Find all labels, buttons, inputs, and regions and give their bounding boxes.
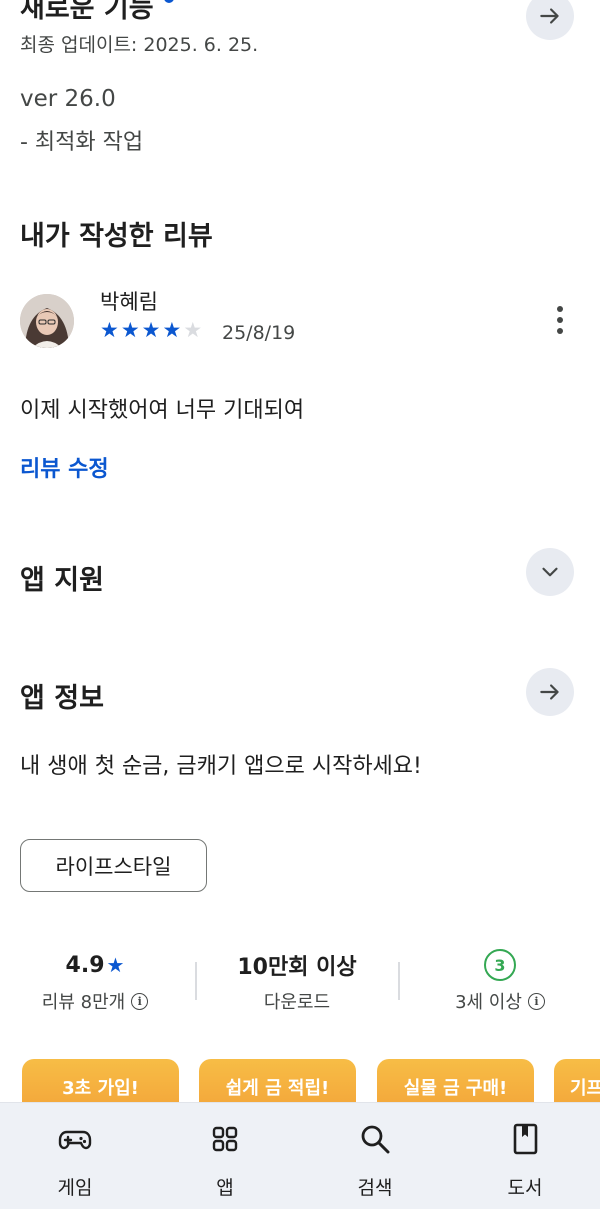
nav-apps-label: 앱	[216, 1177, 234, 1199]
star-filled-icon: ★	[141, 318, 161, 342]
arrow-right-icon	[540, 8, 559, 24]
info-icon: i	[527, 992, 545, 1010]
info-icon: i	[131, 992, 149, 1010]
avatar-photo	[20, 294, 74, 348]
downloads-stat: 10만회 이상 다운로드	[207, 948, 387, 1014]
category-chip[interactable]: 라이프스타일	[20, 839, 207, 892]
app-description: 내 생애 첫 순금, 금캐기 앱으로 시작하세요!	[20, 754, 422, 779]
new-indicator-dot	[163, 0, 174, 3]
star-empty-icon: ★	[183, 318, 203, 342]
last-updated-text: 최종 업데이트: 2025. 6. 25.	[20, 34, 259, 56]
nav-search[interactable]: 검색	[300, 1103, 450, 1209]
whats-new-title: 새로운 기능	[20, 0, 174, 25]
nav-search-label: 검색	[357, 1177, 393, 1199]
book-icon	[507, 1121, 543, 1157]
app-info-title: 앱 정보	[20, 683, 104, 714]
review-date: 25/8/19	[222, 322, 296, 344]
gamepad-icon	[57, 1121, 93, 1157]
star-rating: ★ ★ ★ ★ ★	[100, 319, 202, 341]
stat-divider	[398, 962, 400, 1000]
rating-star-icon: ★	[106, 953, 125, 977]
nav-books-label: 도서	[507, 1177, 543, 1199]
arrow-right-icon	[540, 684, 559, 700]
rating-stat[interactable]: 4.9 ★ 리뷰 8만개 i	[5, 948, 185, 1014]
more-options-button[interactable]	[540, 300, 580, 340]
apps-grid-icon	[207, 1121, 243, 1157]
nav-games-label: 게임	[57, 1177, 93, 1199]
rating-value: 4.9	[65, 952, 105, 978]
nav-games[interactable]: 게임	[0, 1103, 150, 1209]
app-info-arrow-button[interactable]	[526, 668, 574, 716]
nav-books[interactable]: 도서	[450, 1103, 600, 1209]
version-text: ver 26.0	[20, 86, 116, 112]
more-vert-icon	[557, 306, 563, 312]
app-support-expand-button[interactable]	[526, 548, 574, 596]
star-filled-icon: ★	[100, 318, 119, 342]
search-icon	[357, 1121, 393, 1157]
review-count: 리뷰 8만개	[41, 992, 126, 1013]
app-support-title: 앱 지원	[20, 565, 104, 596]
my-review-title: 내가 작성한 리뷰	[20, 221, 213, 252]
age-rating-badge: 3	[484, 949, 516, 981]
age-rating-label: 3세 이상	[455, 992, 522, 1013]
chevron-down-icon	[542, 567, 558, 577]
star-filled-icon: ★	[120, 318, 140, 342]
star-filled-icon: ★	[162, 318, 182, 342]
nav-apps[interactable]: 앱	[150, 1103, 300, 1209]
stat-divider	[195, 962, 197, 1000]
edit-review-link[interactable]: 리뷰 수정	[20, 451, 109, 483]
bottom-navigation: 게임 앱 검색 도서	[0, 1102, 600, 1209]
reviewer-name: 박혜림	[100, 290, 158, 314]
review-text: 이제 시작했어여 너무 기대되여	[20, 398, 305, 423]
downloads-label: 다운로드	[263, 992, 331, 1013]
avatar[interactable]	[20, 294, 74, 348]
age-rating-stat[interactable]: 3 3세 이상 i	[410, 948, 590, 1014]
release-notes: - 최적화 작업	[20, 130, 144, 155]
downloads-value: 10만회 이상	[237, 955, 357, 980]
whats-new-arrow-button[interactable]	[526, 0, 574, 40]
